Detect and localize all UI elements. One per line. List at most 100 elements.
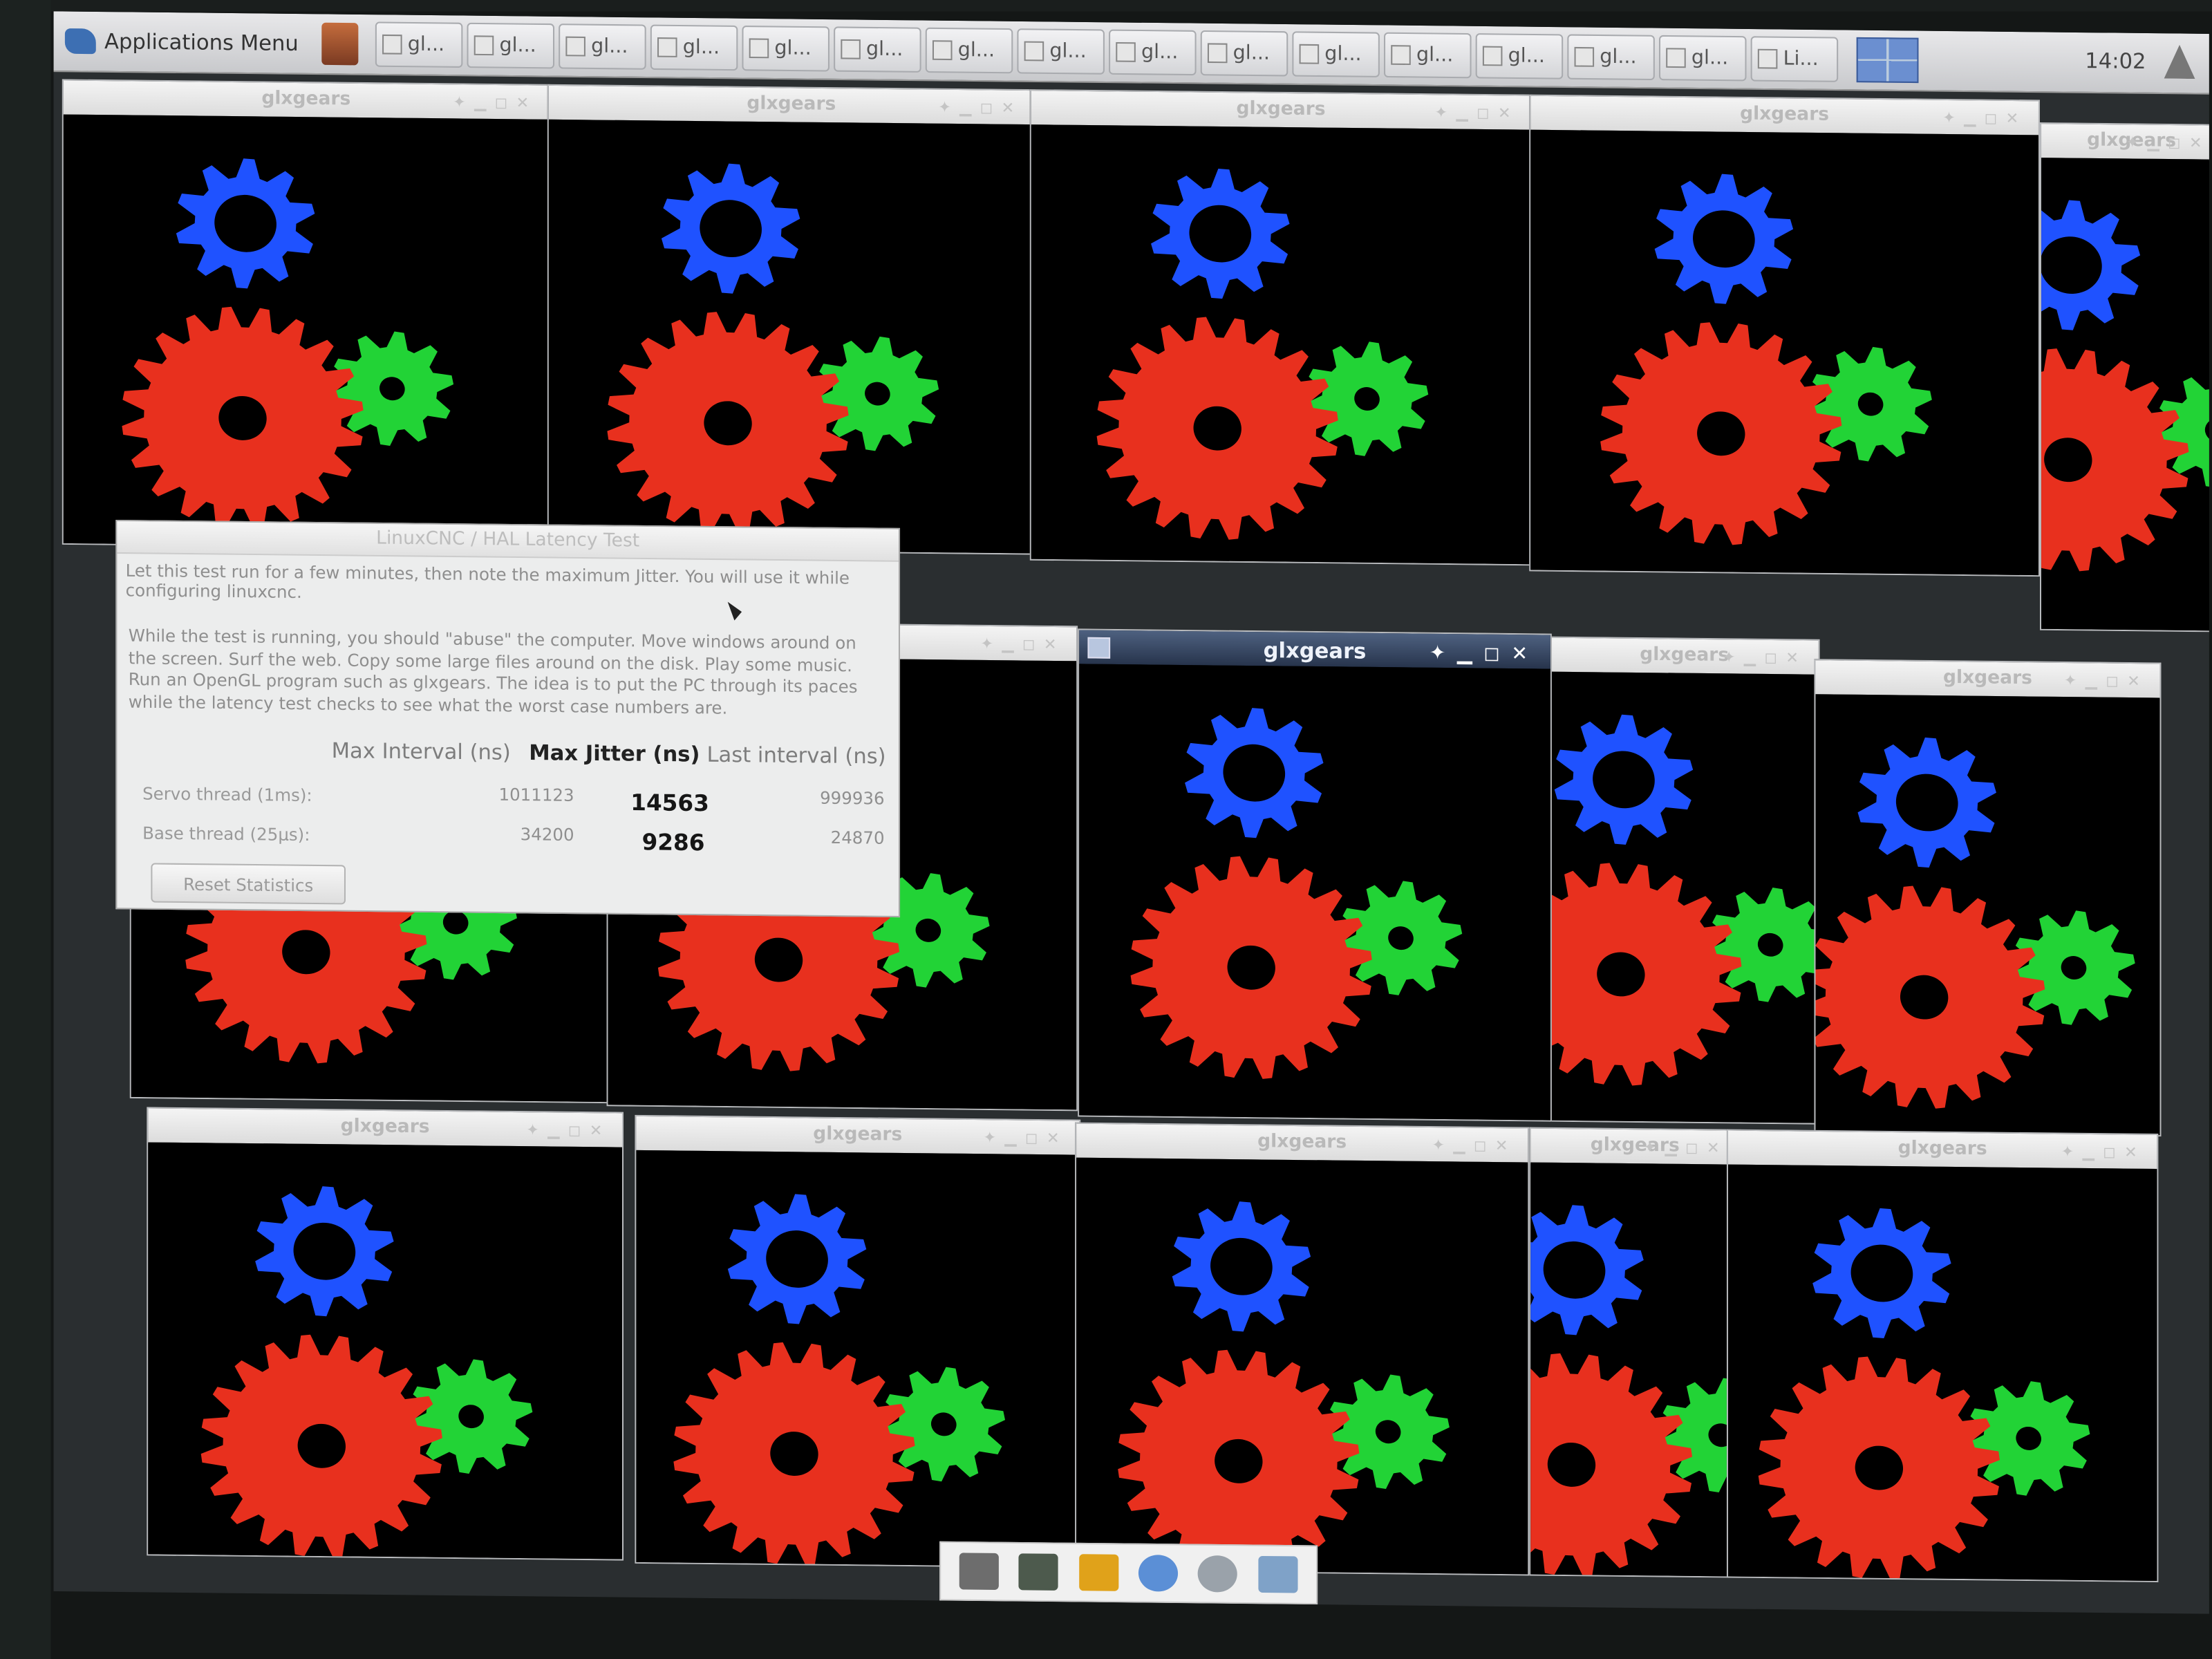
blue-gear (2041, 200, 2141, 330)
window-icon (1482, 46, 1503, 66)
dialog-abuse-text: While the test is running, you should "a… (128, 626, 858, 718)
blue-gear (176, 158, 315, 289)
window-titlebar[interactable]: glxgears✦▁◻✕ (1550, 637, 1819, 676)
max-jitter-header: Max Jitter (ns) (529, 740, 700, 767)
files-icon[interactable] (1078, 1554, 1118, 1591)
window-icon (841, 39, 861, 59)
window-titlebar[interactable]: glxgears✦▁◻✕ (1815, 660, 2160, 700)
task-button[interactable]: gl... (834, 26, 921, 73)
window-control-buttons[interactable]: ✦▁◻✕ (1432, 1136, 1517, 1155)
window-control-buttons[interactable]: ✦▁◻✕ (2061, 1143, 2146, 1162)
window-control-buttons[interactable]: ✦▁◻✕ (453, 93, 538, 113)
glxgears-window-active[interactable]: glxgears ✦▁◻✕ (1078, 628, 1552, 1122)
task-label: gl... (1416, 44, 1454, 67)
base-last-interval: 24870 (830, 827, 885, 848)
glxgears-window[interactable]: glxgears✦▁◻✕ (1029, 89, 1533, 566)
window-control-buttons[interactable]: ✦▁◻✕ (1723, 648, 1808, 668)
task-button[interactable]: gl... (742, 25, 830, 72)
glxgears-window[interactable]: glxgears✦▁◻✕ (1548, 636, 1820, 1125)
window-icon (1757, 48, 1778, 69)
launcher-icon[interactable] (321, 22, 359, 66)
task-button[interactable]: Li... (1750, 36, 1839, 82)
task-button[interactable]: gl... (1658, 35, 1747, 82)
web-browser-icon[interactable] (1138, 1555, 1179, 1592)
glxgears-window[interactable]: glxgears✦▁◻✕ (147, 1107, 624, 1561)
window-control-buttons[interactable]: ✦▁◻✕ (2064, 671, 2149, 691)
red-gear (122, 306, 364, 530)
blue-gear (1530, 1205, 1644, 1335)
dialog-titlebar[interactable]: LinuxCNC / HAL Latency Test (117, 521, 899, 562)
window-titlebar[interactable]: glxgears✦▁◻✕ (2041, 124, 2209, 161)
bottom-dock (939, 1541, 1318, 1605)
red-gear (200, 1334, 442, 1557)
window-control-buttons[interactable]: ✦▁◻✕ (1434, 103, 1519, 122)
task-button[interactable]: gl... (1475, 33, 1564, 79)
blue-gear (661, 163, 800, 294)
window-control-buttons[interactable]: ✦▁◻✕ (938, 98, 1023, 118)
gears-canvas (1031, 124, 1531, 565)
blue-gear (1654, 174, 1794, 304)
task-label: gl... (1232, 41, 1271, 65)
window-control-buttons[interactable]: ✦▁◻✕ (983, 1128, 1068, 1147)
glxgears-window[interactable]: glxgears✦▁◻✕ (1075, 1122, 1530, 1576)
gears-canvas (1530, 129, 2038, 576)
applications-menu-button[interactable]: Applications Menu (64, 20, 299, 65)
window-control-buttons[interactable]: ✦▁◻✕ (980, 635, 1065, 654)
task-button[interactable]: gl... (1384, 32, 1472, 79)
glxgears-window[interactable]: glxgears✦▁◻✕ (547, 84, 1035, 555)
last-interval-header: Last interval (ns) (706, 742, 886, 769)
window-icon (1666, 48, 1686, 68)
servo-thread-label: Servo thread (1ms): (142, 783, 312, 806)
glxgears-window[interactable]: glxgears✦▁◻✕ (1529, 94, 2040, 577)
gears-canvas (636, 1150, 1080, 1567)
red-gear (1758, 1356, 2000, 1580)
window-control-buttons[interactable]: ✦▁◻✕ (1942, 109, 2027, 128)
glxgears-window[interactable]: glxgears✦▁◻✕ (635, 1114, 1081, 1568)
red-gear (1130, 856, 1372, 1079)
window-icon (1299, 44, 1320, 64)
window-icon (474, 35, 494, 56)
task-label: gl... (1691, 46, 1729, 70)
task-button[interactable]: gl... (1017, 28, 1105, 75)
glxgears-window[interactable]: glxgears✦▁◻✕ (2039, 122, 2209, 632)
window-titlebar[interactable]: glxgears✦▁◻✕ (1727, 1130, 2157, 1171)
gears-canvas (1530, 1162, 1740, 1577)
task-button[interactable]: gl... (1109, 29, 1197, 76)
glxgears-window[interactable]: glxgears✦▁◻✕ (1814, 659, 2162, 1137)
network-icon[interactable] (2164, 45, 2195, 79)
window-titlebar[interactable]: glxgears✦▁◻✕ (1530, 1128, 1740, 1166)
task-button[interactable]: gl... (1292, 31, 1380, 77)
gears-canvas (2041, 158, 2209, 631)
glxgears-window[interactable]: glxgears✦▁◻✕ (1529, 1127, 1741, 1578)
task-label: gl... (1324, 43, 1362, 66)
terminal-icon[interactable] (959, 1553, 1000, 1591)
base-max-interval: 34200 (520, 824, 574, 845)
glxgears-window[interactable]: glxgears✦▁◻✕ (62, 79, 550, 550)
window-control-buttons[interactable]: ✦▁◻✕ (1430, 642, 1539, 666)
window-icon (1024, 41, 1044, 62)
gears-canvas (1076, 1157, 1528, 1575)
blue-gear (1151, 168, 1290, 299)
window-control-buttons[interactable]: ✦▁◻✕ (1643, 1138, 1728, 1158)
window-control-buttons[interactable]: ✦▁◻✕ (2126, 133, 2209, 153)
task-button[interactable]: gl... (1200, 30, 1288, 77)
task-button[interactable]: gl... (1567, 34, 1655, 81)
glxgears-window[interactable]: glxgears✦▁◻✕ (1726, 1129, 2159, 1583)
task-label: gl... (591, 35, 628, 59)
task-button[interactable]: gl... (559, 24, 646, 70)
task-button[interactable]: gl... (925, 27, 1013, 74)
window-icon (565, 36, 585, 57)
clock: 14:02 (2085, 48, 2146, 75)
search-icon[interactable] (1198, 1555, 1238, 1593)
reset-statistics-button[interactable]: Reset Statistics (151, 863, 346, 905)
task-button[interactable]: gl... (467, 22, 555, 69)
folder-icon[interactable] (1257, 1555, 1298, 1593)
workspace-pager[interactable] (1856, 37, 1919, 84)
task-button[interactable]: gl... (650, 24, 738, 71)
red-gear (673, 1342, 915, 1566)
window-control-buttons[interactable]: ✦▁◻✕ (526, 1121, 611, 1140)
task-button[interactable]: gl... (375, 21, 463, 68)
blue-gear (1172, 1201, 1311, 1332)
display-icon[interactable] (1019, 1553, 1059, 1591)
base-thread-label: Base thread (25µs): (142, 823, 310, 845)
